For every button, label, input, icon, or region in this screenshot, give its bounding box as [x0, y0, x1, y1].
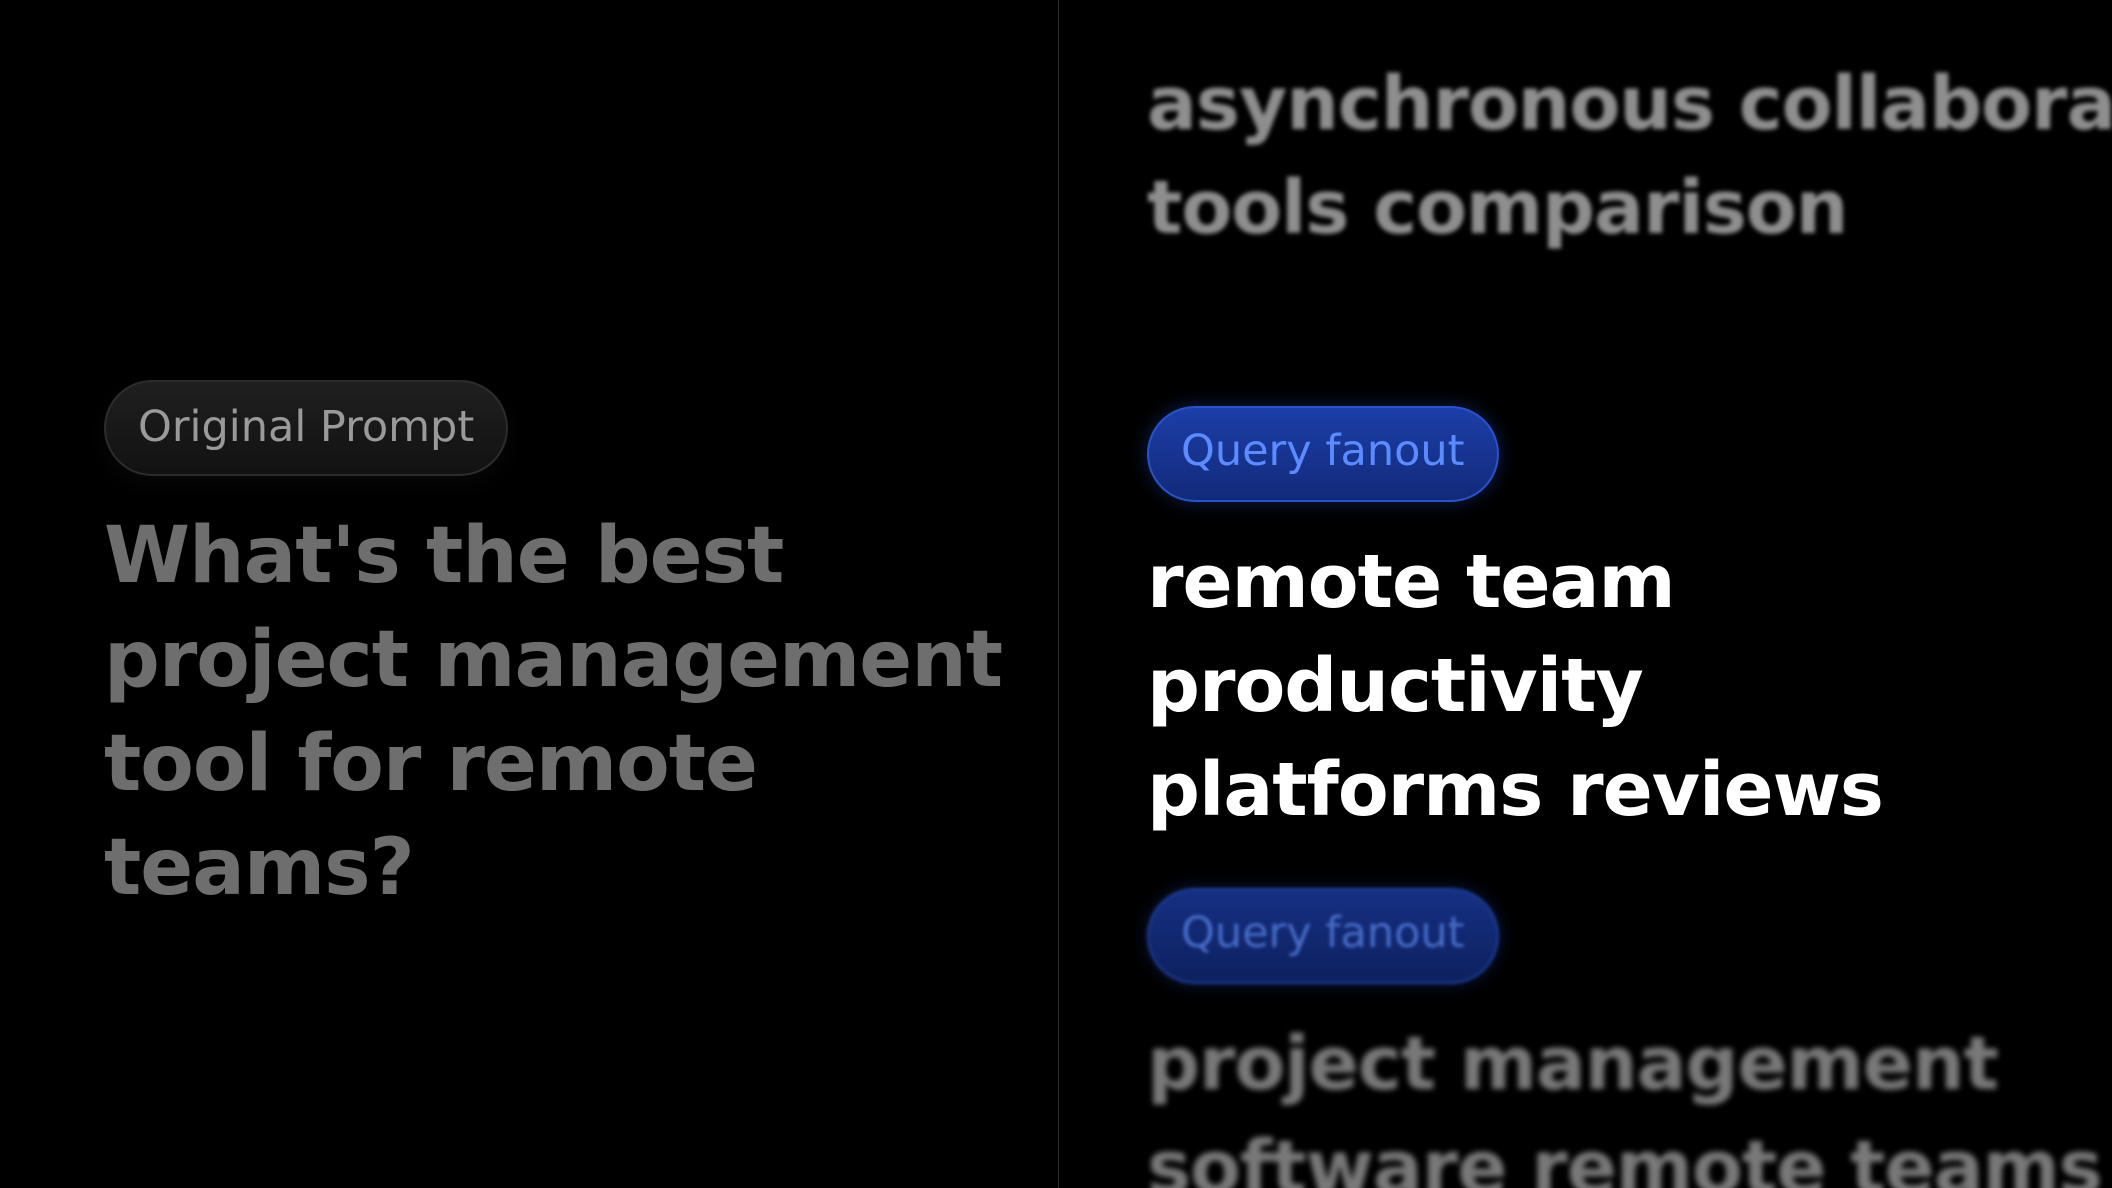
query-fanout-panel: asynchronous collaboration tools compari…: [1059, 0, 2112, 1188]
query-fanout-text-next: project management software remote teams…: [1147, 1012, 2112, 1188]
query-line: project management: [1147, 1021, 1999, 1107]
query-fanout-badge: Query fanout: [1147, 406, 1499, 502]
original-prompt-badge: Original Prompt: [104, 380, 509, 476]
query-fanout-text-active: remote team productivity platforms revie…: [1147, 530, 2087, 842]
query-line: software remote teams 202: [1147, 1125, 2112, 1188]
query-line: asynchronous collaboration: [1147, 61, 2112, 147]
original-prompt-panel: Original Prompt What's the best project …: [0, 0, 1058, 1188]
query-fanout-text-previous: asynchronous collaboration tools compari…: [1147, 52, 2112, 260]
query-line: tools comparison: [1147, 165, 1848, 251]
query-line: platforms reviews: [1147, 747, 1884, 833]
query-line: remote team productivity: [1147, 539, 1676, 729]
original-prompt-text: What's the best project management tool …: [104, 511, 1003, 913]
query-fanout-badge-next: Query fanout: [1147, 888, 1499, 984]
